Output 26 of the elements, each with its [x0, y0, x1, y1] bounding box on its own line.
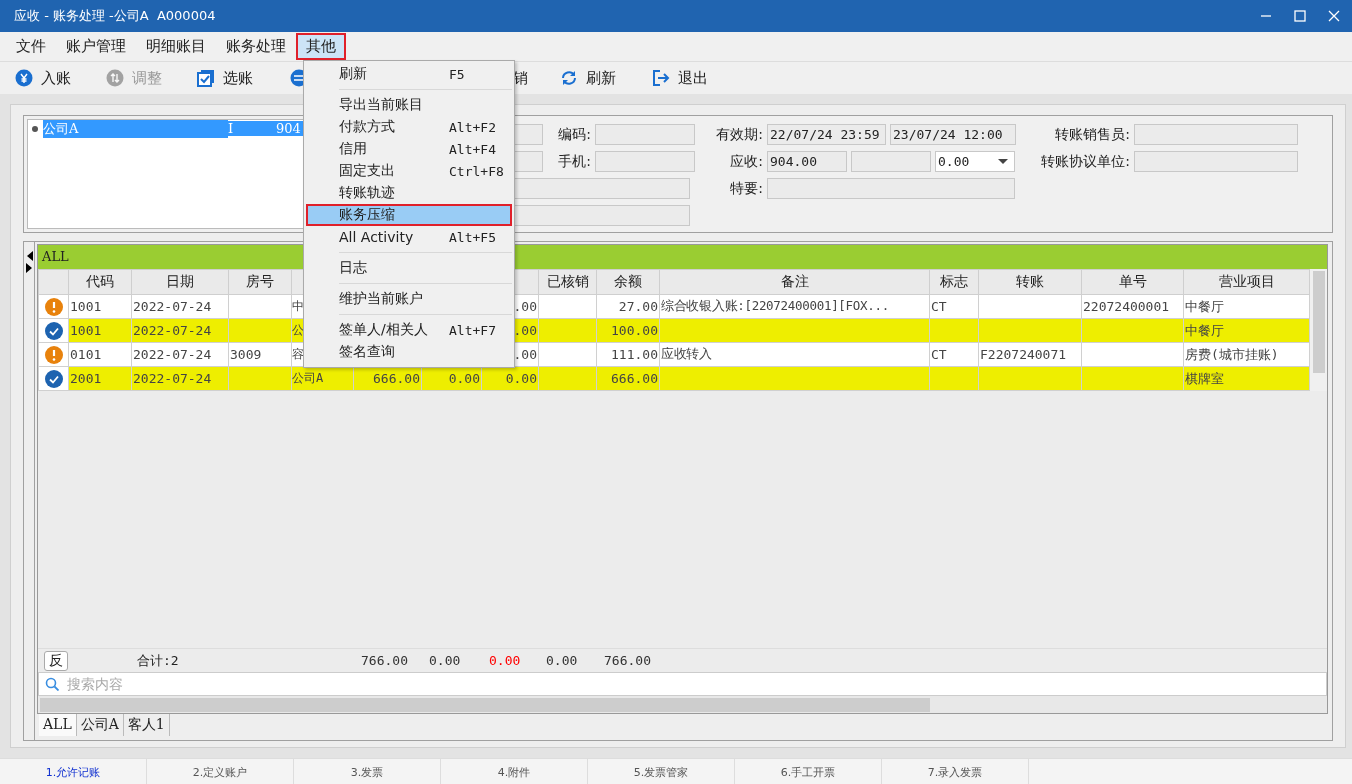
total-value: 0.00: [546, 653, 578, 668]
field-label: 转账销售员:: [1054, 125, 1130, 144]
total-value: 766.00: [604, 653, 651, 668]
field-label: 有效期:: [715, 125, 763, 144]
table-cell: 2022-07-24: [131, 294, 229, 319]
window-title: 应收 - 账务处理 -公司A A000004: [14, 7, 217, 25]
table-cell: 2022-07-24: [131, 366, 229, 391]
table-cell: 棋牌室: [1183, 366, 1310, 391]
table-cell: 中餐厅: [1183, 318, 1310, 343]
table-cell: 2022-07-24: [131, 342, 229, 367]
table-cell: 应收转入: [659, 342, 930, 367]
field-label: 转账协议单位:: [1040, 152, 1130, 171]
table-cell: 综合收银入账:[22072400001][FOX...: [659, 294, 930, 319]
total-value: 0.00: [489, 653, 521, 668]
field-label: 特要:: [729, 179, 763, 198]
total-label: 合计:2: [137, 651, 179, 670]
field-label: 手机:: [557, 152, 591, 171]
table-cell: 22072400001: [1081, 294, 1184, 319]
table-cell: 房费(城市挂账): [1183, 342, 1310, 367]
table-cell: F2207240071: [978, 342, 1082, 367]
field-label: 编码:: [557, 125, 591, 144]
table-cell: 中餐厅: [1183, 294, 1310, 319]
total-value: 766.00: [361, 653, 408, 668]
field-label: 应收:: [729, 152, 763, 171]
table-cell: 2022-07-24: [131, 318, 229, 343]
total-value: 0.00: [429, 653, 461, 668]
